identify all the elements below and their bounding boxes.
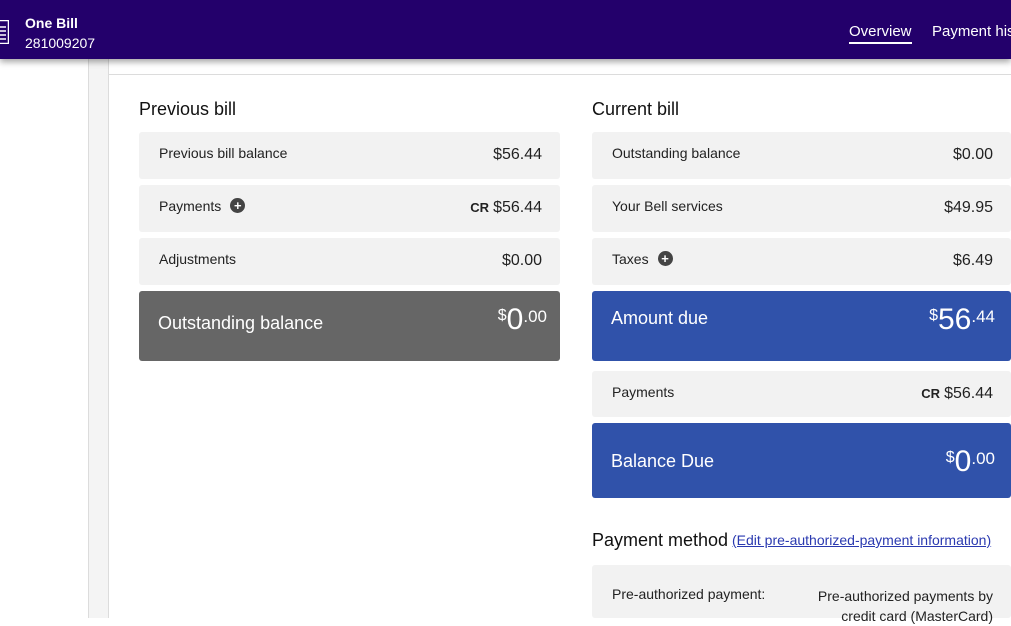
current-payments-row: Payments CR $56.44 (592, 371, 1011, 417)
payment-method-box: Pre-authorized payment: Pre-authorized p… (592, 565, 1011, 624)
row-value: $0.00 (952, 146, 993, 163)
tab-overview[interactable]: Overview (849, 23, 912, 44)
box-label: Amount due (611, 308, 709, 328)
tab-payment-history[interactable]: Payment his (932, 23, 1011, 40)
box-label: Outstanding balance (158, 313, 324, 333)
row-label: Adjustments (159, 251, 237, 267)
box-amount: $0.00 (945, 445, 995, 478)
box-amount: $56.44 (929, 303, 995, 336)
taxes-row: Taxes + $6.49 (592, 238, 1011, 285)
plus-circle-icon[interactable]: + (230, 198, 246, 213)
payment-method-title: Payment method (592, 530, 729, 550)
previous-bill-title: Previous bill (139, 99, 237, 119)
bell-services-row: Your Bell services $49.95 (592, 185, 1011, 232)
row-value: $56.44 (493, 199, 542, 216)
payment-method-label: Pre-authorized payment: (612, 586, 766, 602)
box-label: Balance Due (611, 451, 715, 471)
current-outstanding-row: Outstanding balance $0.00 (592, 132, 1011, 179)
row-value: $56.44 (944, 385, 993, 402)
previous-payments-row: Payments + CR $56.44 (139, 185, 560, 232)
balance-due-box: Balance Due $0.00 (592, 423, 1011, 498)
credit-label: CR (921, 386, 941, 401)
row-label: Taxes (612, 251, 649, 267)
row-value: $49.95 (944, 199, 993, 216)
current-bill-title: Current bill (592, 99, 680, 119)
previous-outstanding-balance-box: Outstanding balance $0.00 (139, 291, 560, 361)
row-label: Outstanding balance (612, 145, 741, 161)
plus-circle-icon[interactable]: + (657, 251, 673, 266)
row-value: $56.44 (493, 146, 542, 163)
amount-due-box: Amount due $56.44 (592, 291, 1011, 361)
credit-label: CR (470, 200, 490, 215)
previous-bill-balance-row: Previous bill balance $56.44 (139, 132, 560, 179)
row-label: Payments (612, 384, 675, 400)
edit-payment-info-link[interactable]: (Edit pre-authorized-payment information… (732, 532, 991, 548)
account-number: 281009207 (25, 35, 96, 51)
bill-title: One Bill (25, 15, 78, 31)
document-icon (0, 20, 9, 44)
top-strip (109, 59, 1011, 75)
row-value: $0.00 (501, 252, 542, 269)
row-label: Payments (159, 198, 222, 214)
row-label: Your Bell services (612, 198, 723, 214)
top-header: One Bill 281009207 Overview Payment his (0, 0, 1011, 59)
payment-method-value: Pre-authorized payments by credit card (… (817, 588, 993, 624)
box-amount: $0.00 (497, 303, 547, 336)
adjustments-row: Adjustments $0.00 (139, 238, 560, 285)
left-rail (88, 59, 109, 618)
row-value: $6.49 (952, 252, 993, 269)
row-label: Previous bill balance (159, 145, 288, 161)
